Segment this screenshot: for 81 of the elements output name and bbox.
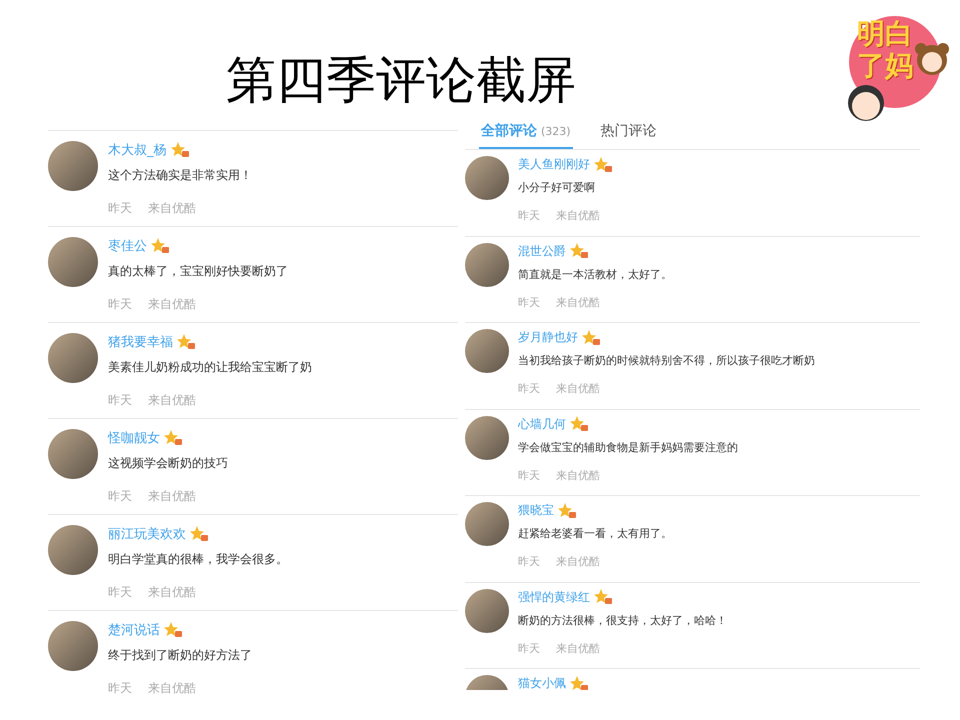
comment-text: 赶紧给老婆看一看，太有用了。 xyxy=(518,526,672,541)
username[interactable]: 强悍的黄绿红 xyxy=(518,588,590,606)
comment-tab[interactable]: 热门评论 xyxy=(598,118,659,149)
avatar-photo[interactable] xyxy=(465,329,509,373)
comment-source: 来自优酷 xyxy=(556,294,600,310)
comment-text: 断奶的方法很棒，很支持，太好了，哈哈！ xyxy=(518,612,727,628)
level-star-icon xyxy=(593,156,612,172)
avatar-photo[interactable] xyxy=(465,588,509,632)
username[interactable]: 楚河说话 xyxy=(108,621,160,639)
cartoon-face-icon xyxy=(847,84,885,122)
logo-text: 明白了妈 xyxy=(857,18,914,82)
username[interactable]: 岁月静也好 xyxy=(518,329,578,346)
username[interactable]: 丽江玩美欢欢 xyxy=(108,525,186,543)
username[interactable]: 枣佳公 xyxy=(108,237,147,255)
level-star-icon xyxy=(593,589,612,605)
username[interactable]: 怪咖靓女 xyxy=(108,429,160,447)
comment-text: 简直就是一本活教材，太好了。 xyxy=(518,266,672,282)
username[interactable]: 混世公爵 xyxy=(518,242,566,260)
comment-time: 昨天 xyxy=(108,392,132,409)
level-star-icon xyxy=(569,243,588,259)
level-star-icon xyxy=(557,502,576,518)
comment-time: 昨天 xyxy=(108,488,132,505)
comment-source: 来自优酷 xyxy=(148,584,196,601)
comment-text: 这个方法确实是非常实用！ xyxy=(108,167,252,184)
username[interactable]: 猪我要幸福 xyxy=(108,333,173,351)
comment-text: 小分子好可爱啊 xyxy=(518,180,596,195)
comment-time: 昨天 xyxy=(518,640,540,656)
avatar-photo[interactable] xyxy=(48,141,98,191)
comment-time: 昨天 xyxy=(518,381,540,396)
avatar-photo[interactable] xyxy=(465,156,509,200)
comment-text: 美素佳儿奶粉成功的让我给宝宝断了奶 xyxy=(108,359,312,376)
comment-count: (323) xyxy=(541,125,571,138)
comment-time: 昨天 xyxy=(518,468,540,482)
comment-text: 真的太棒了，宝宝刚好快要断奶了 xyxy=(108,263,288,280)
level-star-icon xyxy=(150,238,169,254)
comment-text: 终于找到了断奶的好方法了 xyxy=(108,647,252,664)
username[interactable]: 木大叔_杨 xyxy=(108,141,166,159)
comment-source: 来自优酷 xyxy=(556,381,600,396)
comment-time: 昨天 xyxy=(518,208,540,223)
comment-text: 明白学堂真的很棒，我学会很多。 xyxy=(108,551,288,568)
comment-time: 昨天 xyxy=(108,584,132,601)
username[interactable]: 猫女小佩 xyxy=(518,675,566,690)
level-star-icon xyxy=(163,430,182,446)
username[interactable]: 美人鱼刚刚好 xyxy=(518,156,590,173)
comment-time: 昨天 xyxy=(518,554,540,569)
username[interactable]: 心墙几何 xyxy=(518,416,566,432)
comment-source: 来自优酷 xyxy=(556,468,600,482)
comment-source: 来自优酷 xyxy=(556,640,600,656)
level-star-icon xyxy=(581,330,600,346)
level-star-icon xyxy=(569,416,588,432)
comment-source: 来自优酷 xyxy=(148,392,196,409)
level-star-icon xyxy=(170,142,188,158)
avatar-photo[interactable] xyxy=(48,621,98,671)
comment-time: 昨天 xyxy=(518,294,540,310)
comment-time: 昨天 xyxy=(108,200,132,217)
bear-face-icon xyxy=(915,42,949,76)
level-star-icon xyxy=(176,334,195,350)
avatar-photo[interactable] xyxy=(48,333,98,383)
comment-source: 来自优酷 xyxy=(148,488,196,505)
avatar-photo[interactable] xyxy=(465,502,509,546)
avatar-photo[interactable] xyxy=(48,429,98,479)
comment-text: 学会做宝宝的辅助食物是新手妈妈需要注意的 xyxy=(518,440,738,454)
slide-title: 第四季评论截屏 xyxy=(226,50,576,111)
comment-text: 这视频学会断奶的技巧 xyxy=(108,455,228,472)
level-star-icon xyxy=(189,526,208,542)
level-star-icon xyxy=(569,676,588,690)
avatar-photo[interactable] xyxy=(465,242,509,286)
username[interactable]: 猥晓宝 xyxy=(518,502,554,519)
avatar-photo[interactable] xyxy=(465,416,509,460)
avatar-photo[interactable] xyxy=(48,237,98,287)
comment-time: 昨天 xyxy=(108,296,132,313)
comment-tab[interactable]: 全部评论 (323) xyxy=(479,118,573,149)
avatar-photo[interactable] xyxy=(48,525,98,575)
level-star-icon xyxy=(163,622,182,638)
comment-source: 来自优酷 xyxy=(148,200,196,217)
comment-source: 来自优酷 xyxy=(556,208,600,223)
comment-time: 昨天 xyxy=(108,680,132,697)
comment-source: 来自优酷 xyxy=(148,680,196,697)
comment-source: 来自优酷 xyxy=(148,296,196,313)
comment-text: 当初我给孩子断奶的时候就特别舍不得，所以孩子很吃才断奶 xyxy=(518,353,815,368)
comment-source: 来自优酷 xyxy=(556,554,600,569)
